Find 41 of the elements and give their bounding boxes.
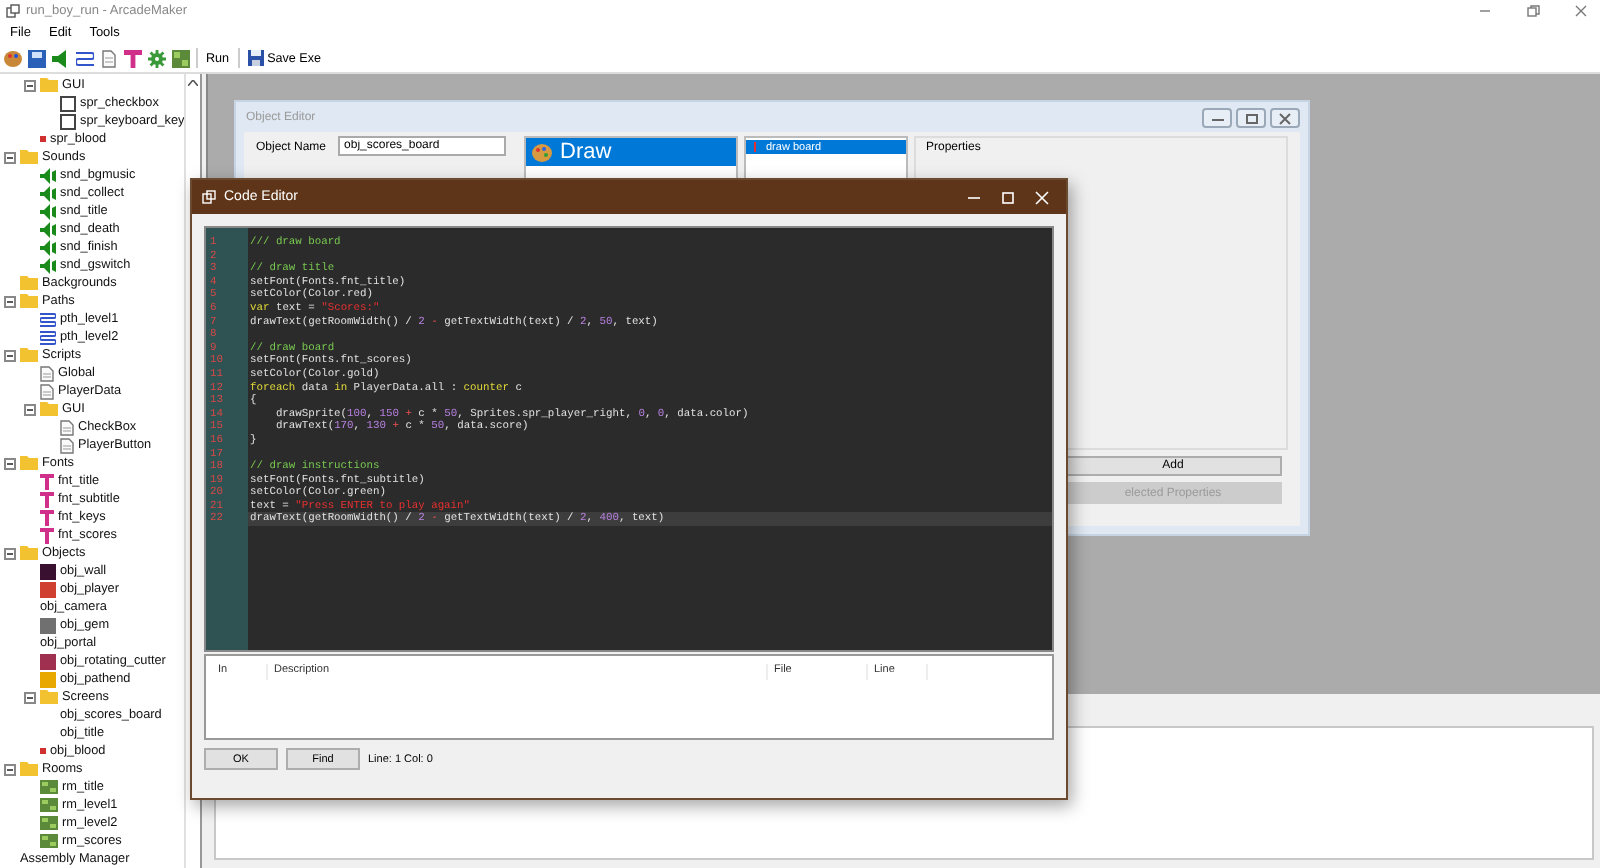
- speaker-icon[interactable]: [52, 49, 70, 67]
- folder-icon: [40, 690, 58, 704]
- event-item[interactable]: Draw: [526, 138, 736, 166]
- room-icon: [40, 816, 58, 830]
- font-icon[interactable]: [124, 49, 142, 67]
- palette-icon: [532, 143, 552, 161]
- room-icon[interactable]: [172, 49, 190, 67]
- collapse-icon[interactable]: [4, 547, 16, 559]
- collapse-icon[interactable]: [24, 79, 36, 91]
- folder-icon: [20, 546, 38, 560]
- close-icon[interactable]: [1574, 4, 1588, 18]
- caret-up-icon[interactable]: [188, 80, 199, 86]
- folder-icon: [40, 402, 58, 416]
- room-icon: [40, 798, 58, 812]
- folder-icon: [20, 456, 38, 470]
- palette-icon[interactable]: [4, 49, 22, 67]
- room-icon: [40, 834, 58, 848]
- folder-icon: [20, 762, 38, 776]
- minimize-icon[interactable]: [1202, 107, 1232, 127]
- restore-icon[interactable]: [1236, 107, 1266, 127]
- path-icon[interactable]: [76, 49, 94, 67]
- collapse-icon[interactable]: [24, 691, 36, 703]
- window-icon: [202, 190, 216, 204]
- collapse-icon[interactable]: [4, 151, 16, 163]
- folder-icon: [20, 348, 38, 362]
- room-icon: [40, 780, 58, 794]
- close-icon[interactable]: [1270, 107, 1300, 127]
- folder-icon: [20, 150, 38, 164]
- collapse-icon[interactable]: [24, 403, 36, 415]
- bar-icon: [752, 142, 758, 152]
- collapse-icon[interactable]: [4, 295, 16, 307]
- image-icon[interactable]: [28, 49, 46, 67]
- document-icon[interactable]: [100, 49, 118, 67]
- restore-icon[interactable]: [1526, 4, 1540, 18]
- gear-icon[interactable]: [148, 49, 166, 67]
- maximize-icon[interactable]: [1000, 189, 1016, 205]
- collapse-icon[interactable]: [4, 349, 16, 361]
- collapse-icon[interactable]: [4, 457, 16, 469]
- floppy-icon: [247, 50, 264, 66]
- collapse-icon[interactable]: [4, 763, 16, 775]
- folder-icon: [40, 78, 58, 92]
